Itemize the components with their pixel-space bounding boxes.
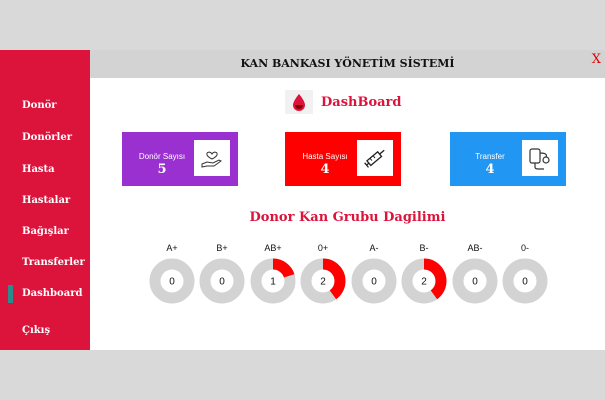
blood-group-count: 0 <box>169 277 175 288</box>
patient-count-card[interactable]: Hasta Sayısı 4 <box>285 132 401 186</box>
donor-count-value: 5 <box>157 162 167 177</box>
blood-group-count: 0 <box>522 277 528 288</box>
sidebar-item-patients[interactable]: Hastalar <box>22 195 70 206</box>
blood-group-count: 0 <box>371 277 377 288</box>
patient-count-value: 4 <box>320 162 330 177</box>
blood-bag-stethoscope-icon <box>522 140 558 176</box>
dashboard-header: DashBoard <box>285 90 402 114</box>
sidebar-item-exit[interactable]: Çıkış <box>22 325 50 336</box>
sidebar-item-dashboard[interactable]: Dashboard <box>22 288 82 299</box>
sidebar-item-donor[interactable]: Donör <box>22 100 57 111</box>
blood-group-label: B- <box>419 243 429 253</box>
donor-count-card[interactable]: Donör Sayısı 5 <box>122 132 238 186</box>
blood-group-label: 0+ <box>317 243 329 253</box>
blood-group-ring: 0 <box>351 258 397 304</box>
patient-count-label: Hasta Sayısı <box>302 152 348 161</box>
blood-group-section-title: Donor Kan Grubu Dagilimi <box>249 210 446 225</box>
blood-group-label: AB- <box>467 243 483 253</box>
blood-group-ring: 0 <box>452 258 498 304</box>
blood-group-count: 0 <box>472 277 478 288</box>
app-title: KAN BANKASI YÖNETİM SİSTEMİ <box>240 57 455 70</box>
blood-group-ring: 2 <box>300 258 346 304</box>
blood-group-ring: 1 <box>250 258 296 304</box>
syringe-icon <box>357 140 393 176</box>
sidebar-item-transfers[interactable]: Transferler <box>22 257 85 268</box>
blood-group-count: 2 <box>421 277 427 288</box>
blood-drop-icon <box>285 90 313 114</box>
blood-group-label: 0- <box>520 243 529 253</box>
sidebar-item-donations[interactable]: Bağışlar <box>22 226 69 237</box>
sidebar: Donör Donörler Hasta Hastalar Bağışlar T… <box>0 50 90 350</box>
blood-group-count: 0 <box>219 277 225 288</box>
title-bar: KAN BANKASI YÖNETİM SİSTEMİ X <box>90 50 605 78</box>
blood-group-ring: 2 <box>401 258 447 304</box>
transfer-count-label: Transfer <box>475 152 505 161</box>
close-button[interactable]: X <box>592 52 601 67</box>
blood-group-label: AB+ <box>264 243 282 253</box>
blood-group-label: A+ <box>166 243 178 253</box>
dashboard-title: DashBoard <box>321 94 402 110</box>
sidebar-item-patient[interactable]: Hasta <box>22 164 55 175</box>
blood-group-ring: 0 <box>149 258 195 304</box>
blood-group-count: 2 <box>320 277 326 288</box>
blood-group-label: A- <box>369 243 379 253</box>
transfer-count-card[interactable]: Transfer 4 <box>450 132 566 186</box>
blood-group-ring: 0 <box>502 258 548 304</box>
blood-group-ring: 0 <box>199 258 245 304</box>
transfer-count-value: 4 <box>485 162 495 177</box>
active-item-marker <box>8 285 13 303</box>
donor-count-label: Donör Sayısı <box>138 152 186 161</box>
sidebar-item-donors[interactable]: Donörler <box>22 132 72 143</box>
blood-group-label: B+ <box>216 243 228 253</box>
donor-hand-heart-icon <box>194 140 230 176</box>
blood-group-count: 1 <box>270 277 276 288</box>
dashboard-window: Donör Donörler Hasta Hastalar Bağışlar T… <box>0 50 605 350</box>
